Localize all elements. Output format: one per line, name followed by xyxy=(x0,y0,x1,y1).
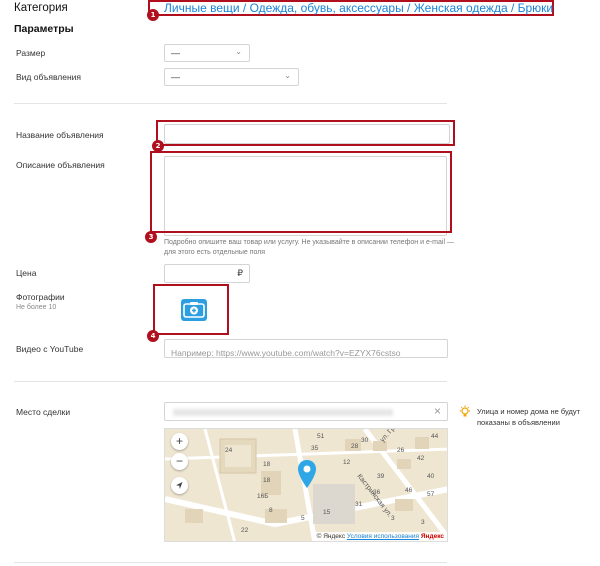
house-number: 35 xyxy=(311,445,319,452)
divider xyxy=(14,381,447,382)
adtype-label: Вид объявления xyxy=(16,72,82,82)
location-input[interactable]: × xyxy=(164,402,448,421)
description-hint: Подробно опишите ваш товар или услугу. Н… xyxy=(164,239,454,256)
size-select[interactable]: — ⌄ xyxy=(164,44,250,62)
annotation-badge-3: 3 xyxy=(145,231,157,243)
chevron-down-icon: ⌄ xyxy=(284,71,291,80)
location-tip: Улица и номер дома не будут показаны в о… xyxy=(477,407,581,427)
lightbulb-icon xyxy=(459,405,471,417)
add-photo-button[interactable] xyxy=(181,299,207,321)
house-number: 30 xyxy=(361,437,369,444)
divider xyxy=(14,103,447,104)
house-number: 22 xyxy=(241,527,249,534)
house-number: 46 xyxy=(405,487,413,494)
house-number: 18 xyxy=(263,461,271,468)
house-number: 5 xyxy=(301,515,305,522)
map-terms-link[interactable]: Условия использования xyxy=(347,533,419,540)
youtube-label: Видео с YouTube xyxy=(16,344,84,354)
house-number: 3 xyxy=(421,519,425,526)
house-number: 18 xyxy=(263,477,271,484)
house-number: 40 xyxy=(427,473,435,480)
house-number: 28 xyxy=(351,443,359,450)
adtype-value: — xyxy=(171,72,180,82)
house-number: 16Б xyxy=(257,493,269,500)
youtube-placeholder: Например: https://www.youtube.com/watch?… xyxy=(171,348,401,358)
house-number: 26 xyxy=(397,447,405,454)
size-label: Размер xyxy=(16,48,46,58)
category-breadcrumb[interactable]: Личные вещи / Одежда, обувь, аксессуары … xyxy=(164,1,553,15)
description-label: Описание объявления xyxy=(16,160,105,170)
category-label: Категория xyxy=(14,2,68,14)
adtype-select[interactable]: — ⌄ xyxy=(164,68,299,86)
size-value: — xyxy=(171,48,180,58)
house-number: 42 xyxy=(417,455,425,462)
map-copyright: © Яндекс xyxy=(316,533,346,540)
annotation-box-2 xyxy=(156,120,455,146)
house-number: 57 xyxy=(427,491,435,498)
navigation-arrow-icon xyxy=(176,482,183,489)
house-number: 24 xyxy=(225,447,233,454)
annotation-box-3 xyxy=(150,151,452,233)
house-number: 31 xyxy=(355,501,363,508)
price-label: Цена xyxy=(16,268,37,278)
clear-icon[interactable]: × xyxy=(434,404,441,418)
annotation-badge-4: 4 xyxy=(147,330,159,342)
house-number: 39 xyxy=(377,473,385,480)
annotation-badge-1: 1 xyxy=(147,9,159,21)
house-number: 12 xyxy=(343,459,351,466)
house-number: 8 xyxy=(269,507,273,514)
blurred-address xyxy=(173,409,393,416)
map-pin-icon[interactable] xyxy=(297,459,317,489)
price-input[interactable]: ₽ xyxy=(164,264,250,283)
chevron-down-icon: ⌄ xyxy=(235,47,242,56)
zoom-out-button[interactable]: − xyxy=(171,453,188,470)
title-label: Название объявления xyxy=(16,130,104,140)
zoom-in-button[interactable]: + xyxy=(171,433,188,450)
currency-symbol: ₽ xyxy=(237,268,243,278)
camera-plus-icon xyxy=(183,302,205,318)
divider xyxy=(14,562,447,563)
house-number: 15 xyxy=(323,509,331,516)
location-label: Место сделки xyxy=(16,407,71,417)
params-heading: Параметры xyxy=(14,23,74,35)
house-number: 51 xyxy=(317,433,325,440)
map-attribution: © Яндекс Условия использования Яндекс xyxy=(313,532,447,541)
house-number: 44 xyxy=(431,433,439,440)
photos-limit: Не более 10 xyxy=(16,304,57,311)
house-number: 3 xyxy=(391,515,395,522)
geolocation-button[interactable] xyxy=(171,477,188,494)
photos-label: Фотографии xyxy=(16,292,65,302)
youtube-input[interactable]: Например: https://www.youtube.com/watch?… xyxy=(164,339,448,358)
map[interactable]: 24 18 18 16Б 51 35 30 28 26 44 42 40 12 … xyxy=(164,428,448,542)
yandex-logo: Яндекс xyxy=(420,533,444,540)
